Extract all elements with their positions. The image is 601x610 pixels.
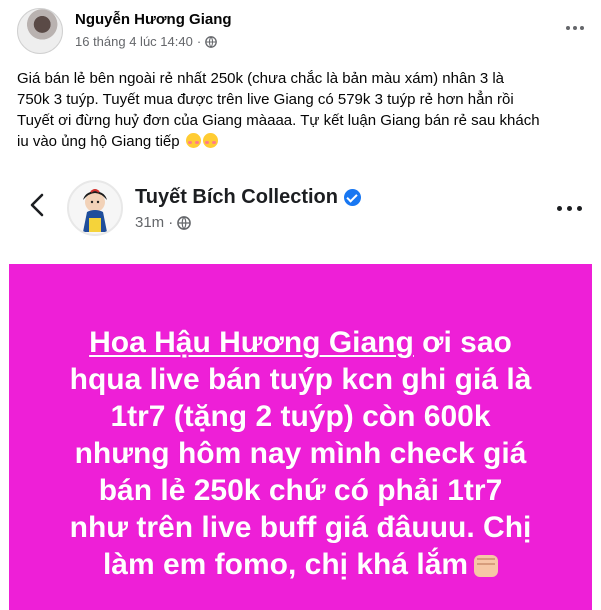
embed-meta: 31m · <box>135 214 192 231</box>
page-name[interactable]: Tuyết Bích Collection <box>135 186 338 209</box>
more-dot-icon <box>567 206 572 211</box>
page-avatar[interactable] <box>67 180 123 236</box>
more-dot-icon <box>580 26 584 30</box>
card-line: nhưng hôm nay mình check giá <box>74 437 527 470</box>
post-header: Nguyễn Hương Giang 16 tháng 4 lúc 14:40 … <box>17 6 597 58</box>
author-name[interactable]: Nguyễn Hương Giang <box>75 11 232 28</box>
post-caption: Giá bán lẻ bên ngoài rẻ nhất 250k (chưa … <box>17 68 587 152</box>
card-line: hqua live bán tuýp kcn ghi giá là <box>69 363 532 396</box>
card-line: như trên live buff giá đâuuu. Chị <box>69 511 532 544</box>
more-dot-icon <box>577 206 582 211</box>
post-timestamp[interactable]: 16 tháng 4 lúc 14:40 <box>75 34 193 49</box>
card-underlined-name: Hoa Hậu Hương Giang <box>89 326 414 359</box>
more-dot-icon <box>573 26 577 30</box>
card-text: Hoa Hậu Hương Giang ơi sao hqua live bán… <box>9 324 592 583</box>
caption-line: iu vào ủng hộ Giang tiếp <box>17 133 180 150</box>
smiling-hearts-emoji-icon <box>185 133 201 148</box>
caption-line-last: iu vào ủng hộ Giang tiếp <box>17 131 587 152</box>
card-line-last: làm em fomo, chị khá lắm <box>9 546 592 583</box>
post-more-button[interactable] <box>561 16 589 40</box>
smiling-hearts-emoji-icon <box>202 133 218 148</box>
embed-header: Tuyết Bích Collection 31m · <box>9 168 592 260</box>
page-name-row: Tuyết Bích Collection <box>135 186 361 209</box>
more-dot-icon <box>566 26 570 30</box>
back-arrow-icon[interactable] <box>23 190 53 220</box>
embed-more-button[interactable] <box>557 206 582 211</box>
more-dot-icon <box>557 206 562 211</box>
embedded-screenshot[interactable]: Tuyết Bích Collection 31m · Hoa Hậu Hươn… <box>9 168 592 610</box>
post-meta: 16 tháng 4 lúc 14:40 · <box>75 34 218 49</box>
caption-line: 750k 3 tuýp. Tuyết mua được trên live Gi… <box>17 91 514 108</box>
card-line: làm em fomo, chị khá lắm <box>102 548 469 581</box>
pink-text-card: Hoa Hậu Hương Giang ơi sao hqua live bán… <box>9 264 592 610</box>
card-line-rest: ơi sao <box>413 326 512 359</box>
card-line: Hoa Hậu Hương Giang ơi sao <box>9 324 592 361</box>
globe-icon <box>177 215 192 230</box>
card-line: 1tr7 (tặng 2 tuýp) còn 600k <box>110 400 491 433</box>
meta-separator: · <box>168 214 174 231</box>
fist-emoji-icon <box>474 555 499 577</box>
meta-separator: · <box>196 34 202 49</box>
caption-line: Tuyết ơi đừng huỷ đơn của Giang màaaa. T… <box>17 112 540 129</box>
embed-time: 31m <box>135 214 165 231</box>
verified-badge-icon <box>343 189 361 206</box>
cartoon-figure-icon <box>83 189 107 232</box>
author-avatar[interactable] <box>17 8 63 54</box>
caption-line: Giá bán lẻ bên ngoài rẻ nhất 250k (chưa … <box>17 70 505 87</box>
globe-icon <box>205 35 218 48</box>
card-line: bán lẻ 250k chứ có phải 1tr7 <box>98 474 503 507</box>
